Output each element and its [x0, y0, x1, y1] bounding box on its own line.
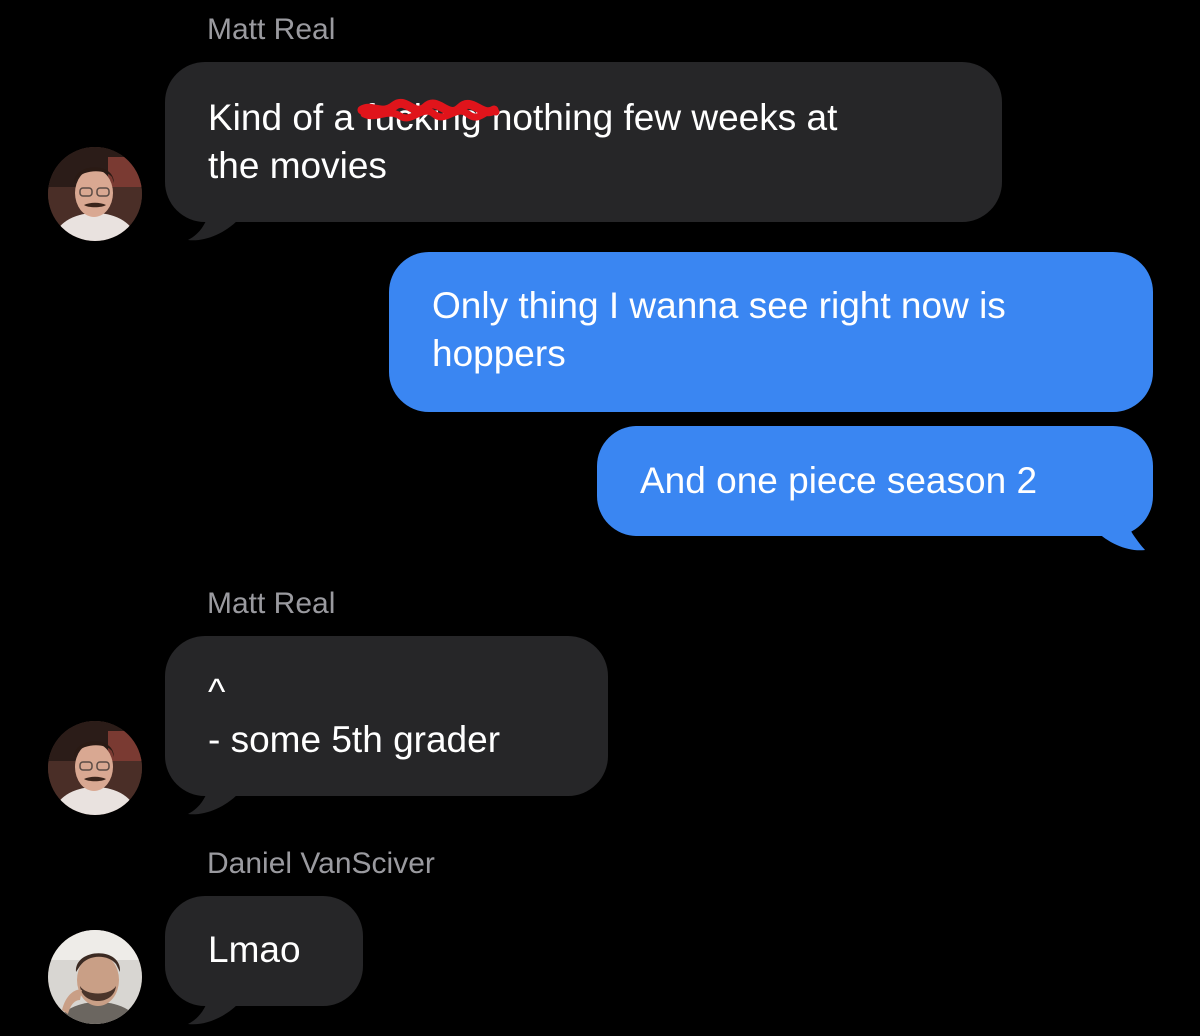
- bubble-tail-incoming: [188, 766, 238, 815]
- matt-avatar-icon: [48, 721, 142, 815]
- message-text-line: And one piece season 2: [640, 460, 1038, 501]
- bubble-tail-outgoing: [1095, 494, 1145, 551]
- message-text-line: hoppers: [432, 333, 566, 374]
- sender-name-daniel-vansciver: Daniel VanSciver: [207, 847, 435, 880]
- message-text-line: Lmao: [208, 929, 301, 970]
- redacted-word: fucking: [357, 94, 500, 142]
- daniel-avatar-icon: [48, 930, 142, 1024]
- matt-avatar-icon: [48, 147, 142, 241]
- bubble-tail-incoming: [188, 976, 238, 1025]
- avatar-matt-real[interactable]: [48, 721, 142, 815]
- message-text-line: the movies: [208, 145, 387, 186]
- sender-name-matt-real: Matt Real: [207, 13, 336, 46]
- avatar-matt-real[interactable]: [48, 147, 142, 241]
- message-bubble-outgoing[interactable]: And one piece season 2: [597, 426, 1153, 536]
- avatar-daniel-vansciver[interactable]: [48, 930, 142, 1024]
- message-bubble-incoming[interactable]: Kind of a fucking nothing few weeks at t…: [165, 62, 1002, 222]
- message-text-line: ^: [208, 671, 226, 712]
- red-scribble-redaction: [357, 98, 500, 122]
- sender-name-matt-real: Matt Real: [207, 587, 336, 620]
- message-text-line: - some 5th grader: [208, 719, 501, 760]
- message-bubble-outgoing[interactable]: Only thing I wanna see right now is hopp…: [389, 252, 1153, 412]
- message-text-line: Kind of a fucking nothing few weeks at: [208, 94, 1002, 142]
- bubble-tail-incoming: [188, 192, 238, 241]
- message-text-line: Only thing I wanna see right now is: [432, 285, 1006, 326]
